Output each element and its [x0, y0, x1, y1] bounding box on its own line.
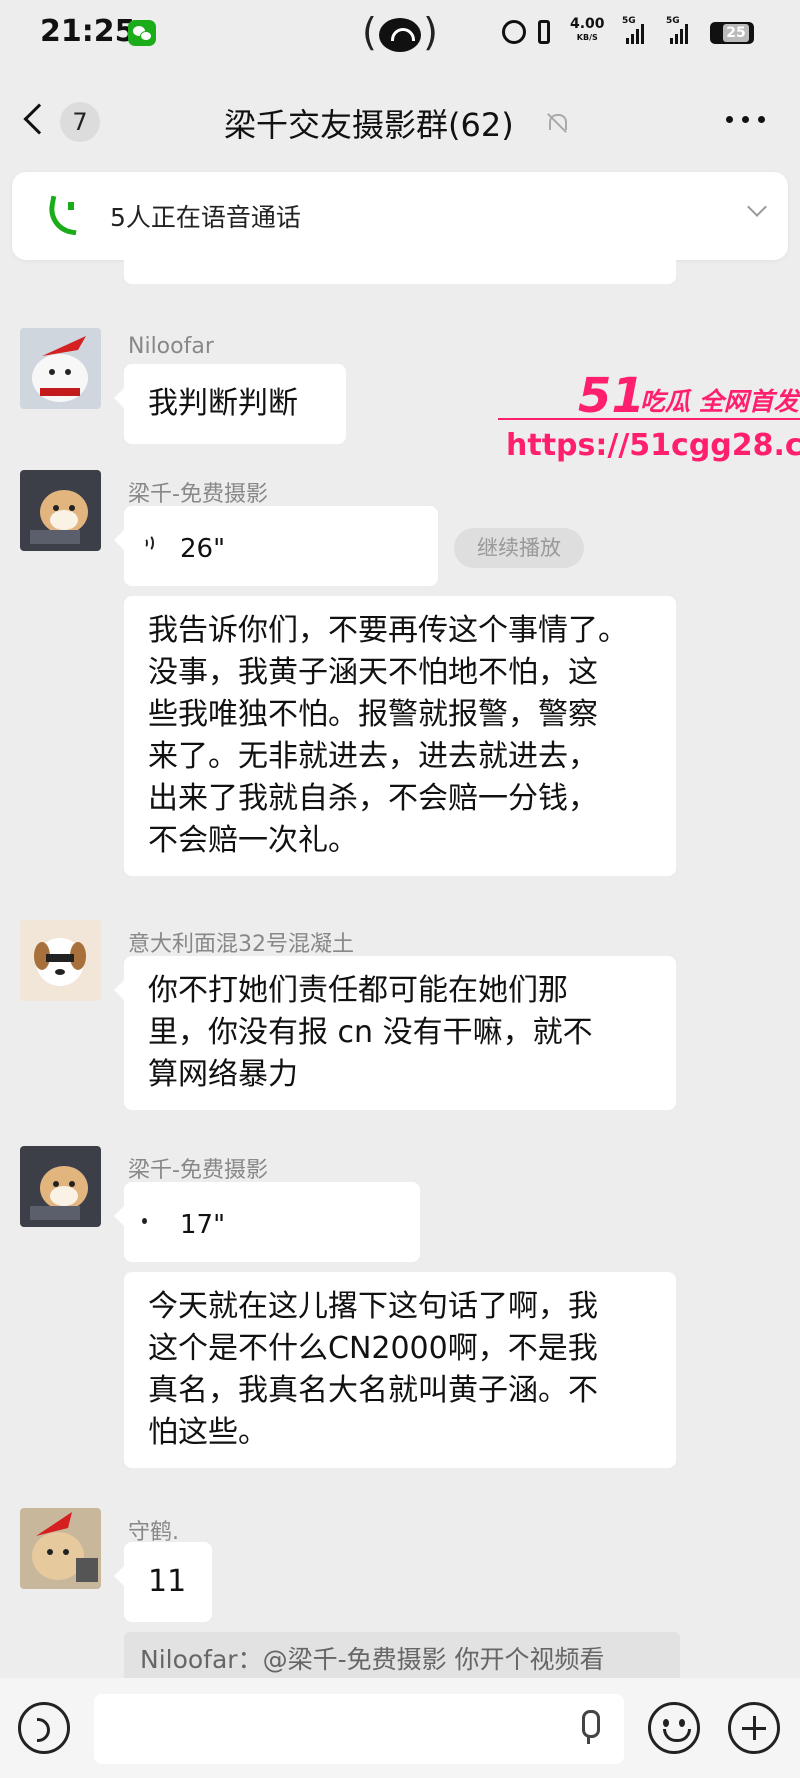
voice-duration: 17" — [180, 1210, 226, 1240]
message-text-line: 我告诉你们，不要再传这个事情了。 — [148, 613, 628, 648]
network-speed: 4.00 KB/S — [570, 16, 605, 42]
avatar-liangqian[interactable] — [20, 470, 101, 551]
message-text-line: 今天就在这儿撂下这句话了啊，我 — [148, 1289, 598, 1324]
message-text-line: 真名，我真名大名就叫黄子涵。不 — [148, 1373, 598, 1408]
avatar-shouhe[interactable] — [20, 1508, 101, 1589]
quoted-reply[interactable]: Niloofar：@梁千-免费摄影 你开个视频看 — [124, 1632, 680, 1678]
message-bubble-partial — [124, 260, 676, 284]
voice-duration: 26" — [180, 534, 226, 564]
voice-message-bubble[interactable]: 17" — [114, 1182, 420, 1262]
emoji-icon[interactable] — [648, 1702, 700, 1754]
voice-wave-icon — [142, 532, 164, 554]
watermark: 51 吃瓜 全网首发 https://51cgg28.com — [498, 368, 800, 468]
watermark-tag: 吃瓜 全网首发 — [640, 387, 799, 416]
chat-header: 7 梁千交友摄影群(62) — [0, 84, 800, 164]
message-text-line: 来了。无非就进去，进去就进去， — [148, 739, 598, 774]
sender-name: Niloofar — [128, 334, 214, 359]
watermark-url: https://51cgg28.com — [506, 428, 800, 463]
voice-wave-icon — [142, 1218, 147, 1224]
chevron-down-icon[interactable] — [747, 197, 767, 217]
voice-call-text: 5人正在语音通话 — [110, 203, 301, 232]
unread-count-badge[interactable]: 7 — [60, 102, 100, 142]
vibrate-icon — [538, 20, 550, 44]
avatar-liangqian[interactable] — [20, 1146, 101, 1227]
avatar-yidalimian[interactable] — [20, 920, 101, 1001]
message-bubble[interactable]: 你不打她们责任都可能在她们那 里，你没有报 cn 没有干嘛，就不 算网络暴力 — [114, 956, 676, 1110]
battery-level: 25 — [723, 24, 749, 42]
message-text-line: 不会赔一次礼。 — [148, 823, 358, 858]
watermark-number: 51 — [578, 368, 645, 424]
message-text-line: 里，你没有报 cn 没有干嘛，就不 — [148, 1015, 593, 1050]
message-text-line: 没事，我黄子涵天不怕地不怕，这 — [148, 655, 598, 690]
screen-share-indicator-icon: () — [362, 10, 438, 54]
mute-bell-icon — [546, 112, 568, 134]
voice-call-banner[interactable]: 5人正在语音通话 — [12, 172, 788, 260]
message-text-line: 怕这些。 — [148, 1415, 268, 1450]
message-bubble[interactable]: 今天就在这儿撂下这句话了啊，我 这个是不什么CN2000啊，不是我 真名，我真名… — [124, 1272, 676, 1468]
sender-name: 梁千-免费摄影 — [128, 1158, 268, 1183]
voice-message-bubble[interactable]: 26" — [114, 506, 438, 586]
wechat-notification-icon — [128, 20, 156, 46]
battery-icon: 25 — [710, 22, 754, 44]
status-bar: 21:25 () 4.00 KB/S 5G 5G 25 — [0, 0, 800, 70]
message-text-line: 你不打她们责任都可能在她们那 — [148, 973, 568, 1008]
status-time: 21:25 — [40, 14, 136, 49]
signal-icon: 5G — [622, 16, 644, 44]
continue-playing-button[interactable]: 继续播放 — [454, 528, 584, 568]
message-bubble[interactable]: 我判断判断 — [114, 364, 346, 444]
chat-screen: 21:25 () 4.00 KB/S 5G 5G 25 7 梁千交友摄影群(62… — [0, 0, 800, 1778]
voice-call-icon — [46, 198, 86, 236]
sender-name: 意大利面混32号混凝土 — [128, 932, 354, 957]
message-input[interactable] — [94, 1694, 624, 1764]
more-options-icon[interactable] — [726, 116, 766, 126]
chat-title: 梁千交友摄影群(62) — [224, 106, 514, 144]
input-bar — [0, 1678, 800, 1778]
message-text-line: 算网络暴力 — [148, 1057, 298, 1092]
message-bubble[interactable]: 11 — [114, 1542, 212, 1622]
voice-input-toggle-icon[interactable] — [18, 1702, 70, 1754]
message-text-line: 出来了我就自杀，不会赔一分钱， — [148, 781, 598, 816]
message-text: 我判断判断 — [148, 386, 298, 421]
message-text: 11 — [148, 1564, 187, 1599]
microphone-icon[interactable] — [578, 1710, 600, 1748]
back-icon[interactable] — [23, 103, 55, 135]
message-bubble[interactable]: 我告诉你们，不要再传这个事情了。 没事，我黄子涵天不怕地不怕，这 些我唯独不怕。… — [124, 596, 676, 876]
sender-name: 梁千-免费摄影 — [128, 482, 268, 507]
watermark-divider — [498, 418, 800, 420]
signal-icon: 5G — [666, 16, 688, 44]
message-list[interactable]: Niloofar 我判断判断 梁千-免费摄影 26" 继续播放 我告诉你们，不要… — [0, 260, 800, 1678]
avatar-niloofar[interactable] — [20, 328, 101, 409]
message-text-line: 这个是不什么CN2000啊，不是我 — [148, 1331, 598, 1366]
status-icons: 4.00 KB/S 5G 5G 25 — [502, 16, 762, 56]
plus-icon[interactable] — [728, 1702, 780, 1754]
alarm-icon — [502, 20, 526, 44]
message-text-line: 些我唯独不怕。报警就报警，警察 — [148, 697, 598, 732]
